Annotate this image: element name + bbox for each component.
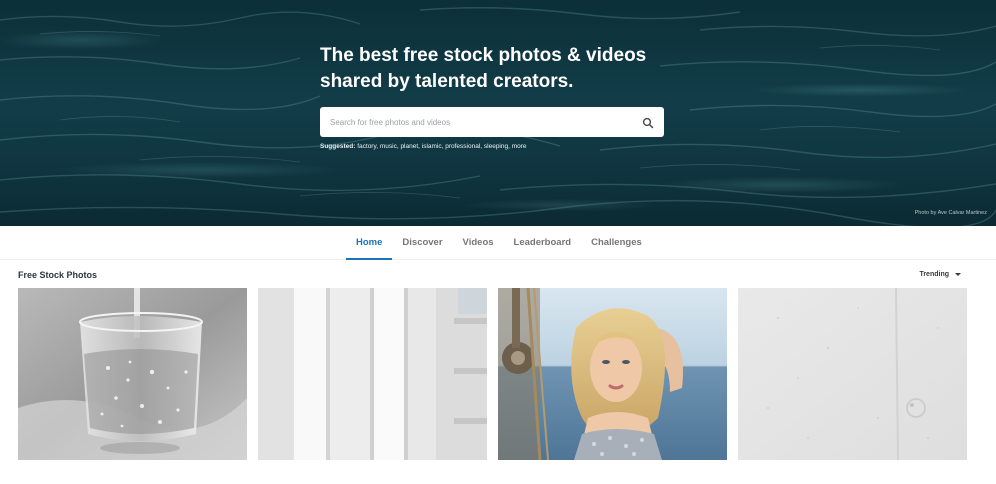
suggested-label: Suggested:	[320, 143, 356, 150]
tab-leaderboard[interactable]: Leaderboard	[504, 226, 582, 260]
hero-title: The best free stock photos & videos shar…	[320, 45, 647, 92]
photo-card[interactable]	[738, 288, 967, 460]
photo-card[interactable]	[258, 288, 487, 460]
sort-label[interactable]: Trending	[919, 271, 949, 278]
tab-discover[interactable]: Discover	[392, 226, 452, 260]
glass-water-image[interactable]	[18, 288, 247, 460]
white-panels-image[interactable]	[258, 288, 487, 460]
section-title: Free Stock Photos	[18, 270, 98, 280]
tab-home[interactable]: Home	[346, 226, 393, 260]
suggested-terms[interactable]: factory, music, planet, islamic, profess…	[357, 143, 526, 150]
suggested-searches: Suggested: factory, music, planet, islam…	[320, 143, 664, 150]
photo-card[interactable]	[18, 288, 247, 460]
photo-credit[interactable]: Photo by Ave Calvar Martinez	[915, 210, 987, 216]
hero-banner: The best free stock photos & videos shar…	[0, 0, 996, 226]
search-input[interactable]: Search for free photos and videos	[330, 118, 450, 127]
photo-card[interactable]	[498, 288, 727, 460]
search-bar[interactable]: Search for free photos and videos	[320, 107, 664, 137]
main-nav: Home Discover Videos Leaderboard Challen…	[0, 226, 996, 260]
white-wall-image[interactable]	[738, 288, 967, 460]
nav-tabs: Home Discover Videos Leaderboard Challen…	[346, 226, 652, 260]
tab-challenges[interactable]: Challenges	[581, 226, 652, 260]
hero-content: The best free stock photos & videos shar…	[320, 43, 664, 150]
woman-portrait-image[interactable]	[498, 288, 727, 460]
chevron-down-icon[interactable]	[955, 273, 961, 276]
tab-videos[interactable]: Videos	[453, 226, 504, 260]
sort-dropdown[interactable]: Trending	[919, 271, 961, 278]
search-icon[interactable]	[642, 116, 654, 129]
photo-grid	[18, 288, 967, 460]
